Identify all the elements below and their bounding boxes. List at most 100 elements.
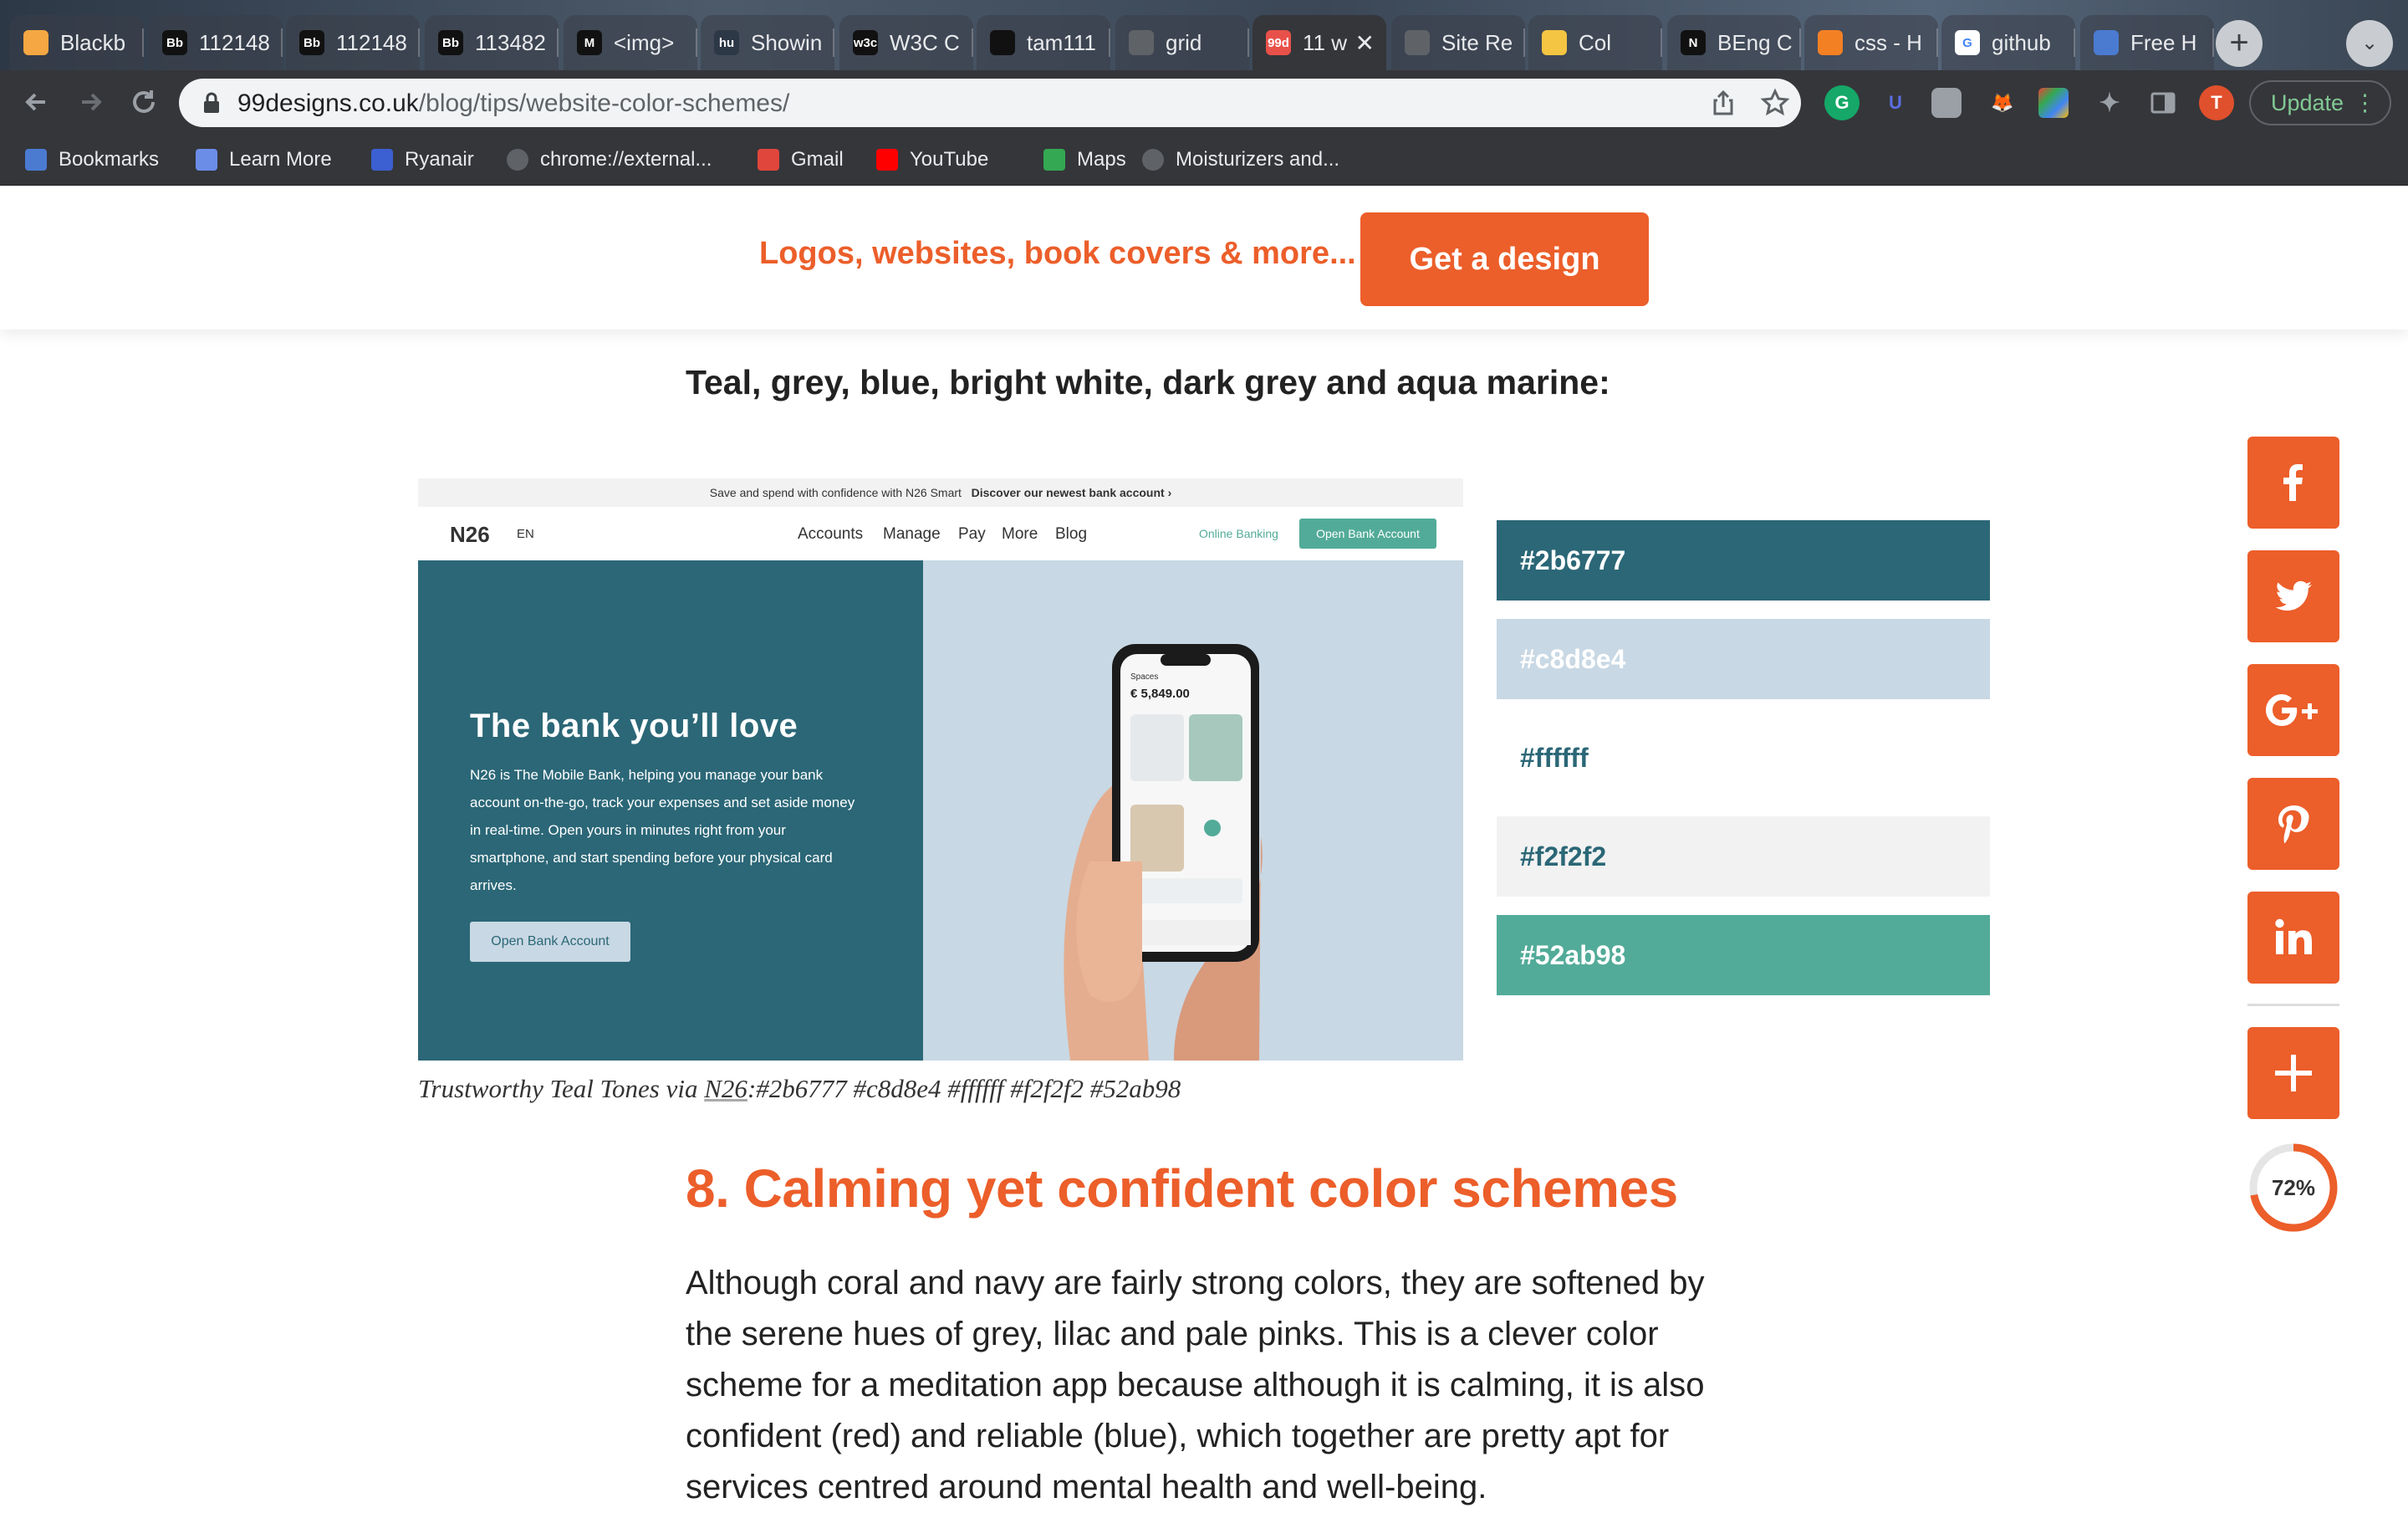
- promo-tagline: Logos, websites, book covers & more...: [759, 236, 1356, 271]
- browser-tab-11[interactable]: Site Re: [1391, 15, 1525, 70]
- tab-title: <img>: [614, 29, 675, 55]
- colorzilla-extension-icon[interactable]: [2038, 88, 2069, 118]
- tab-title: github: [1992, 29, 2051, 55]
- plus-icon: [2275, 1055, 2312, 1091]
- n26-online-banking: Online Banking: [1199, 527, 1278, 540]
- browser-tab-1[interactable]: Blackb: [10, 15, 144, 70]
- linkedin-icon: [2275, 918, 2312, 954]
- bookmark-label: Learn More: [229, 148, 332, 171]
- reading-progress-indicator: 72%: [2247, 1142, 2339, 1234]
- pinterest-share-button[interactable]: [2247, 778, 2339, 870]
- bookmark-item-5[interactable]: Gmail: [758, 146, 844, 174]
- caption-n26-link[interactable]: N26: [704, 1074, 747, 1103]
- browser-tab-4[interactable]: Bb 113482: [425, 15, 559, 70]
- bookmark-label: Moisturizers and...: [1176, 148, 1340, 171]
- browser-tab-8[interactable]: tam111: [977, 15, 1110, 70]
- facebook-share-button[interactable]: [2247, 437, 2339, 529]
- n26-website-screenshot: Save and spend with confidence with N26 …: [418, 478, 1463, 1061]
- ublock-extension-icon[interactable]: U: [1878, 85, 1913, 120]
- swatch-4: #f2f2f2: [1497, 816, 1990, 897]
- url-text[interactable]: 99designs.co.uk/blog/tips/website-color-…: [237, 89, 789, 118]
- browser-tab-16[interactable]: Free H: [2080, 15, 2214, 70]
- update-button[interactable]: Update ⋮: [2249, 80, 2391, 125]
- bookmark-star-icon[interactable]: [1759, 87, 1791, 119]
- n26-phone-panel: Spaces € 5,849.00: [923, 560, 1463, 1061]
- reload-button[interactable]: [124, 82, 164, 122]
- update-label: Update: [2271, 90, 2344, 115]
- bookmark-item-7[interactable]: Maps: [1043, 146, 1126, 174]
- get-a-design-button[interactable]: Get a design: [1360, 212, 1649, 306]
- new-tab-button[interactable]: +: [2216, 20, 2263, 67]
- tab-separator: [1936, 28, 1938, 57]
- lock-icon[interactable]: [199, 90, 224, 115]
- metamask-fox-icon[interactable]: 🦊: [1985, 85, 2020, 120]
- tab-close-icon[interactable]: ✕: [1355, 29, 1375, 57]
- browser-tab-10[interactable]: 99d 11 w ✕: [1252, 15, 1386, 70]
- phone-screen-amount: € 5,849.00: [1130, 687, 1190, 701]
- tab-separator: [557, 28, 559, 57]
- browser-tab-3[interactable]: Bb 112148: [286, 15, 420, 70]
- bookmark-item-8[interactable]: Moisturizers and...: [1142, 146, 1339, 174]
- tab-separator: [142, 28, 144, 57]
- google-plus-share-button[interactable]: [2247, 664, 2339, 756]
- section-body-text: Although coral and navy are fairly stron…: [686, 1265, 1705, 1505]
- n26-nav-manage: Manage: [883, 525, 941, 543]
- palette-subheading: Teal, grey, blue, bright white, dark gre…: [686, 363, 1610, 401]
- share-page-icon[interactable]: [1707, 87, 1739, 119]
- twitter-icon: [2275, 580, 2313, 611]
- swatch-3: #ffffff: [1497, 718, 1990, 798]
- profile-avatar[interactable]: T: [2199, 85, 2234, 120]
- back-button[interactable]: [17, 82, 57, 122]
- tab-separator: [2074, 28, 2075, 57]
- tab-favicon-icon: [23, 30, 48, 55]
- extension-icon[interactable]: [1931, 88, 1962, 118]
- n26-hero-cta: Open Bank Account: [470, 922, 630, 962]
- tab-favicon-icon: Bb: [299, 30, 324, 55]
- n26-nav-accounts: Accounts: [798, 525, 864, 543]
- bookmark-label: YouTube: [910, 148, 989, 171]
- tab-favicon-icon: Bb: [162, 30, 187, 55]
- n26-hero-panel: The bank you’ll love N26 is The Mobile B…: [418, 560, 923, 1061]
- side-panel-icon[interactable]: [2145, 85, 2181, 120]
- google-plus-icon: [2266, 694, 2318, 726]
- bookmark-item-4[interactable]: chrome://external...: [507, 146, 712, 174]
- image-caption: Trustworthy Teal Tones via N26:#2b6777 #…: [418, 1074, 1181, 1104]
- browser-tab-13[interactable]: N BEng C: [1667, 15, 1801, 70]
- browser-tab-15[interactable]: Ggithub: [1941, 15, 2075, 70]
- tab-title: Blackb: [60, 29, 126, 55]
- browser-tab-9[interactable]: grid: [1115, 15, 1249, 70]
- tab-favicon-icon: N: [1681, 30, 1706, 55]
- browser-tab-7[interactable]: w3c W3C C: [839, 15, 973, 70]
- facebook-icon: [2283, 464, 2303, 501]
- tab-separator: [1661, 28, 1662, 57]
- twitter-share-button[interactable]: [2247, 550, 2339, 642]
- tab-search-button[interactable]: ⌄: [2346, 20, 2393, 67]
- browser-tab-12[interactable]: Col: [1528, 15, 1662, 70]
- tab-title: 112148: [336, 29, 407, 55]
- browser-chrome: + ⌄ 99designs.co.uk/blog/tips/website-co…: [0, 0, 2408, 186]
- reload-icon: [133, 90, 155, 113]
- browser-tab-5[interactable]: M <img>: [564, 15, 697, 70]
- grammarly-extension-icon[interactable]: G: [1824, 85, 1860, 120]
- bookmark-item-1[interactable]: Bookmarks: [25, 146, 159, 174]
- more-share-button[interactable]: [2247, 1027, 2339, 1119]
- forward-button[interactable]: [70, 82, 110, 122]
- browser-tab-14[interactable]: css - H: [1804, 15, 1938, 70]
- youtube-icon: [876, 149, 898, 171]
- bookmark-item-2[interactable]: Learn More: [196, 146, 332, 174]
- n26-promo-link: Discover our newest bank account ›: [971, 486, 1172, 499]
- bookmark-item-6[interactable]: YouTube: [876, 146, 988, 174]
- url-path: /blog/tips/website-color-schemes/: [418, 89, 790, 117]
- bookmark-item-3[interactable]: Ryanair: [371, 146, 474, 174]
- extensions-puzzle-icon[interactable]: ✦: [2092, 85, 2127, 120]
- bookmark-label: Bookmarks: [59, 148, 160, 171]
- linkedin-share-button[interactable]: [2247, 892, 2339, 984]
- browser-tab-2[interactable]: Bb 112148: [149, 15, 283, 70]
- browser-tab-6[interactable]: hu Showin: [701, 15, 834, 70]
- maps-icon: [1043, 149, 1065, 171]
- tab-favicon-icon: [1405, 30, 1430, 55]
- browser-toolbar: 99designs.co.uk/blog/tips/website-color-…: [0, 70, 2408, 134]
- tab-title: css - H: [1854, 29, 1922, 55]
- address-bar[interactable]: 99designs.co.uk/blog/tips/website-color-…: [179, 79, 1801, 127]
- menu-dots-icon[interactable]: ⋮: [2354, 82, 2376, 124]
